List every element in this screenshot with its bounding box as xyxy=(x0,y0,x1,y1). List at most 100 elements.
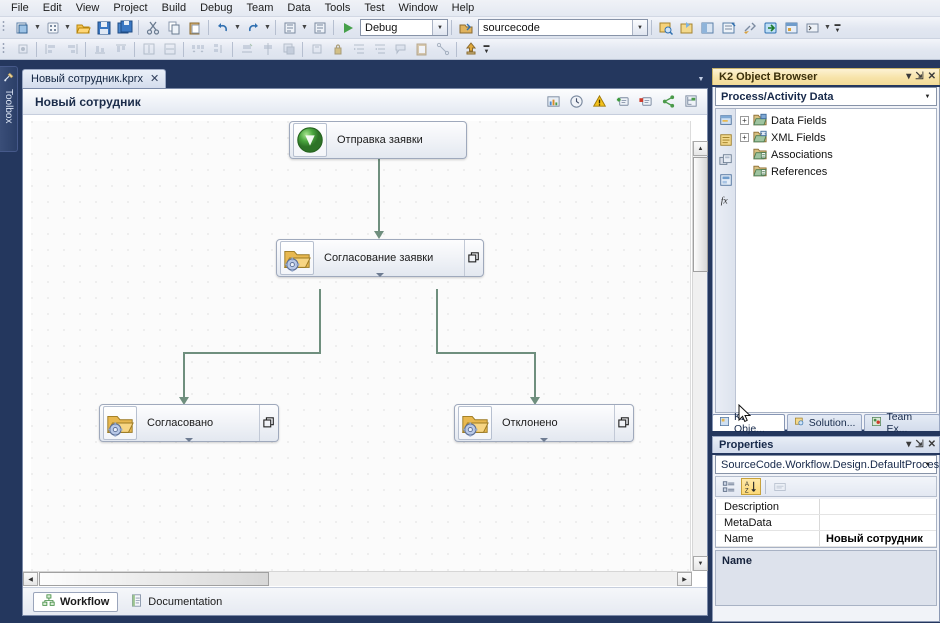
dock-tab-solution-explorer[interactable]: Solution... xyxy=(786,414,863,431)
scroll-up-button[interactable]: ▲ xyxy=(693,141,708,156)
start-debug-icon[interactable] xyxy=(337,18,358,38)
property-row-description[interactable]: Description xyxy=(716,499,936,515)
dropdown-menu-icon[interactable]: ▾ xyxy=(906,72,911,82)
navigate-backward-icon[interactable] xyxy=(279,18,300,38)
toolbox-window-icon[interactable] xyxy=(697,18,718,38)
remove-activity-icon[interactable] xyxy=(635,92,655,112)
properties-object-selector[interactable]: SourceCode.Workflow.Design.DefaultProces… xyxy=(715,455,939,474)
expand-activity-icon[interactable] xyxy=(464,240,483,276)
menu-team[interactable]: Team xyxy=(240,0,281,17)
collapse-caret-icon[interactable] xyxy=(185,438,193,442)
active-files-dropdown-icon[interactable]: ▼ xyxy=(694,70,708,88)
close-icon[interactable]: ✕ xyxy=(928,440,936,450)
tree-item-references[interactable]: References xyxy=(737,163,936,180)
alphabetical-icon[interactable]: A Z xyxy=(741,478,761,495)
find-combo[interactable]: sourcecode ▼ xyxy=(478,19,648,36)
properties-window-icon[interactable] xyxy=(718,18,739,38)
navigate-forward-icon[interactable] xyxy=(309,18,330,38)
command-window-dropdown-icon[interactable]: ▼ xyxy=(823,18,832,38)
functions-fx-icon[interactable]: fx xyxy=(717,191,734,208)
expander-icon[interactable]: + xyxy=(740,116,749,125)
paste-icon[interactable] xyxy=(184,18,205,38)
save-all-icon[interactable] xyxy=(114,18,135,38)
navigate-backward-dropdown-icon[interactable]: ▼ xyxy=(300,18,309,38)
scroll-down-button[interactable]: ▼ xyxy=(693,556,708,571)
solution-configuration-combo[interactable]: Debug ▼ xyxy=(360,19,448,36)
close-icon[interactable]: ✕ xyxy=(150,73,159,85)
publish-icon[interactable] xyxy=(460,39,481,59)
tab-documentation[interactable]: Documentation xyxy=(122,592,230,612)
redo-dropdown-icon[interactable]: ▼ xyxy=(263,18,272,38)
environment-fields-icon[interactable] xyxy=(717,111,734,128)
vertical-scroll-thumb[interactable] xyxy=(693,157,708,272)
workflow-context-icon[interactable] xyxy=(717,151,734,168)
tab-workflow[interactable]: Workflow xyxy=(33,591,119,612)
dropdown-menu-icon[interactable]: ▾ xyxy=(906,440,911,450)
property-row-metadata[interactable]: MetaData xyxy=(716,515,936,531)
hierarchy-icon[interactable] xyxy=(681,92,701,112)
categorized-icon[interactable] xyxy=(719,478,739,495)
pin-icon[interactable]: ⇲ xyxy=(915,440,923,450)
new-item-dropdown-icon[interactable]: ▼ xyxy=(63,18,72,38)
collapse-caret-icon[interactable] xyxy=(376,273,384,277)
undo-dropdown-icon[interactable]: ▼ xyxy=(233,18,242,38)
scroll-right-button[interactable]: ▶ xyxy=(677,572,692,586)
menu-tools[interactable]: Tools xyxy=(318,0,358,17)
new-project-dropdown-icon[interactable]: ▼ xyxy=(33,18,42,38)
object-browser-icon[interactable] xyxy=(781,18,802,38)
warning-icon[interactable] xyxy=(589,92,609,112)
cut-icon[interactable] xyxy=(142,18,163,38)
menu-build[interactable]: Build xyxy=(155,0,193,17)
chevron-down-icon[interactable]: ▼ xyxy=(432,20,447,35)
menu-test[interactable]: Test xyxy=(357,0,391,17)
process-activity-data-icon[interactable] xyxy=(717,131,734,148)
menu-data[interactable]: Data xyxy=(280,0,317,17)
step-into-icon[interactable] xyxy=(760,18,781,38)
history-clock-icon[interactable] xyxy=(566,92,586,112)
workflow-canvas[interactable]: Отправка заявки Согласование заявки Согл… xyxy=(31,121,691,585)
menu-help[interactable]: Help xyxy=(445,0,482,17)
toolbar-overflow-icon[interactable]: ▬ ▼ xyxy=(481,39,492,59)
add-activity-icon[interactable] xyxy=(612,92,632,112)
tree-item-xml-fields[interactable]: + XML Fields xyxy=(737,129,936,146)
find-in-files-icon[interactable] xyxy=(655,18,676,38)
collapse-caret-icon[interactable] xyxy=(540,438,548,442)
open-file-icon[interactable] xyxy=(72,18,93,38)
open-solution-icon[interactable] xyxy=(455,18,476,38)
workflow-node-rejected[interactable]: Отклонено xyxy=(454,404,634,442)
dock-tab-team-explorer[interactable]: Team Ex... xyxy=(864,411,940,435)
canvas-horizontal-scrollbar[interactable]: ◀ ▶ xyxy=(23,571,692,586)
save-icon[interactable] xyxy=(93,18,114,38)
property-value[interactable]: Новый сотрудник xyxy=(820,533,936,545)
new-project-icon[interactable] xyxy=(12,18,33,38)
chevron-down-icon[interactable]: ▼ xyxy=(920,89,935,104)
expand-activity-icon[interactable] xyxy=(259,405,278,441)
document-tab-novyy-sotrudnik[interactable]: Новый сотрудник.kprx ✕ xyxy=(22,69,167,88)
view-chart-icon[interactable] xyxy=(543,92,563,112)
command-window-icon[interactable] xyxy=(802,18,823,38)
toolbar-grip[interactable] xyxy=(2,41,9,57)
expander-icon[interactable]: + xyxy=(740,133,749,142)
menu-project[interactable]: Project xyxy=(106,0,154,17)
process-activity-data-dropdown[interactable]: Process/Activity Data ▼ xyxy=(715,87,937,106)
redo-icon[interactable] xyxy=(242,18,263,38)
horizontal-scroll-thumb[interactable] xyxy=(39,572,269,586)
smartobject-server-icon[interactable] xyxy=(717,171,734,188)
copy-icon[interactable] xyxy=(163,18,184,38)
canvas-vertical-scrollbar[interactable]: ▲ ▼ xyxy=(692,141,708,571)
menu-debug[interactable]: Debug xyxy=(193,0,239,17)
workflow-node-approved[interactable]: Согласовано xyxy=(99,404,279,442)
menu-file[interactable]: File xyxy=(4,0,36,17)
toolbar-grip[interactable] xyxy=(2,20,9,35)
menu-view[interactable]: View xyxy=(69,0,107,17)
undo-icon[interactable] xyxy=(212,18,233,38)
new-item-icon[interactable] xyxy=(42,18,63,38)
menu-window[interactable]: Window xyxy=(392,0,445,17)
close-icon[interactable]: ✕ xyxy=(928,72,936,82)
tree-item-data-fields[interactable]: + Data Fields xyxy=(737,112,936,129)
menu-edit[interactable]: Edit xyxy=(36,0,69,17)
chevron-down-icon[interactable]: ▼ xyxy=(632,20,647,35)
workflow-node-start[interactable]: Отправка заявки xyxy=(289,121,467,159)
build-tools-icon[interactable] xyxy=(739,18,760,38)
toolbar-overflow-icon[interactable]: ▬ ▼ xyxy=(832,18,843,38)
